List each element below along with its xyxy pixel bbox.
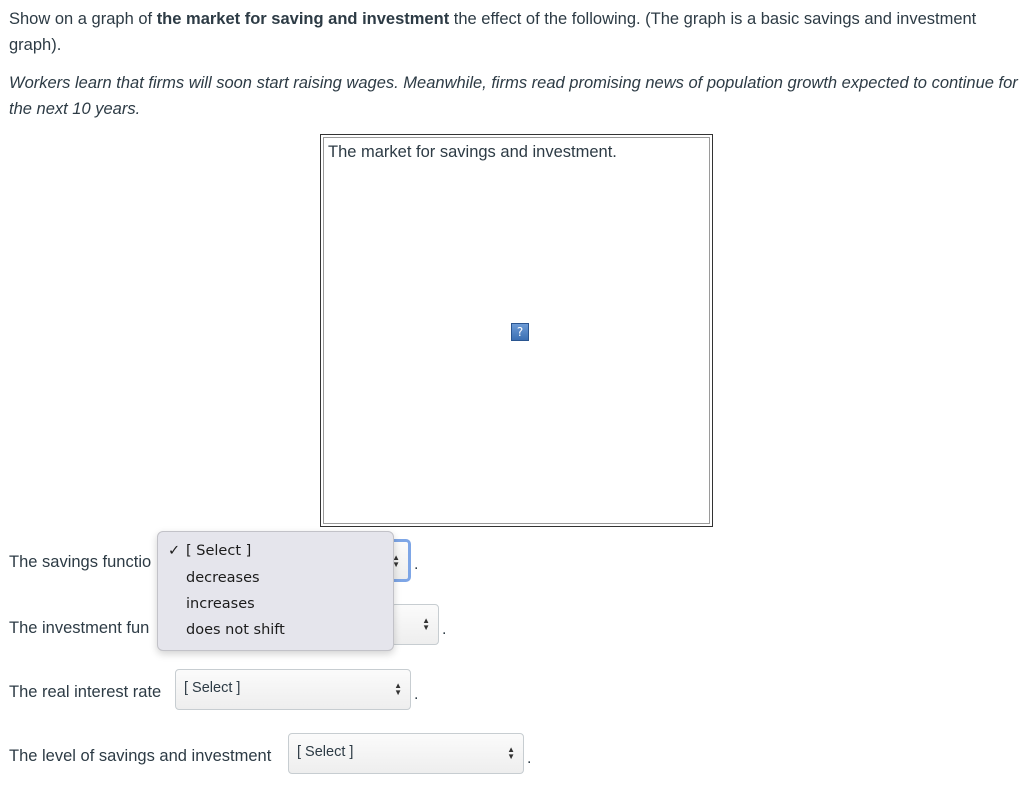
real-interest-rate-label: The real interest rate bbox=[9, 683, 162, 701]
question-prompt: Show on a graph of the market for saving… bbox=[9, 6, 1019, 58]
dropdown-option-label: does not shift bbox=[186, 622, 285, 638]
dropdown-option-select[interactable]: ✓ [ Select ] bbox=[168, 543, 252, 559]
broken-image-icon: ? bbox=[511, 323, 529, 341]
savings-function-dropdown-menu: ✓ [ Select ] decreases increases does no… bbox=[157, 531, 394, 651]
prompt-text: Show on a graph of bbox=[9, 10, 157, 28]
sentence-period: . bbox=[442, 621, 447, 638]
dropdown-option-does-not-shift[interactable]: does not shift bbox=[186, 622, 285, 638]
savings-investment-level-label: The level of savings and investment bbox=[9, 747, 272, 765]
checkmark-icon: ✓ bbox=[168, 543, 181, 559]
sentence-period: . bbox=[414, 686, 419, 703]
select-arrows-icon: ▲ ▼ bbox=[507, 745, 515, 761]
scenario-text: Workers learn that firms will soon start… bbox=[9, 74, 1018, 118]
savings-investment-level-select[interactable]: [ Select ] ▲ ▼ bbox=[288, 733, 524, 774]
dropdown-option-increases[interactable]: increases bbox=[186, 596, 255, 612]
savings-function-label: The savings functio bbox=[9, 553, 152, 571]
prompt-emphasis: the market for saving and investment bbox=[156, 10, 450, 28]
dropdown-option-label: [ Select ] bbox=[186, 543, 252, 559]
sentence-period: . bbox=[414, 556, 419, 573]
sentence-period: . bbox=[527, 750, 532, 767]
real-interest-rate-select[interactable]: [ Select ] ▲ ▼ bbox=[175, 669, 411, 710]
graph-placeholder: The market for savings and investment. ? bbox=[323, 137, 710, 524]
investment-function-select[interactable]: ▲ ▼ bbox=[391, 604, 439, 645]
select-value: [ Select ] bbox=[184, 680, 241, 696]
select-arrows-icon: ▲ ▼ bbox=[394, 681, 402, 697]
dropdown-option-decreases[interactable]: decreases bbox=[186, 570, 260, 586]
dropdown-option-label: increases bbox=[186, 596, 255, 612]
graph-frame: The market for savings and investment. ? bbox=[320, 134, 713, 527]
graph-caption: The market for savings and investment. bbox=[328, 143, 617, 161]
select-arrows-icon: ▲ ▼ bbox=[422, 616, 430, 632]
select-value: [ Select ] bbox=[297, 744, 354, 760]
investment-function-label: The investment fun bbox=[9, 619, 150, 637]
dropdown-option-label: decreases bbox=[186, 570, 260, 586]
